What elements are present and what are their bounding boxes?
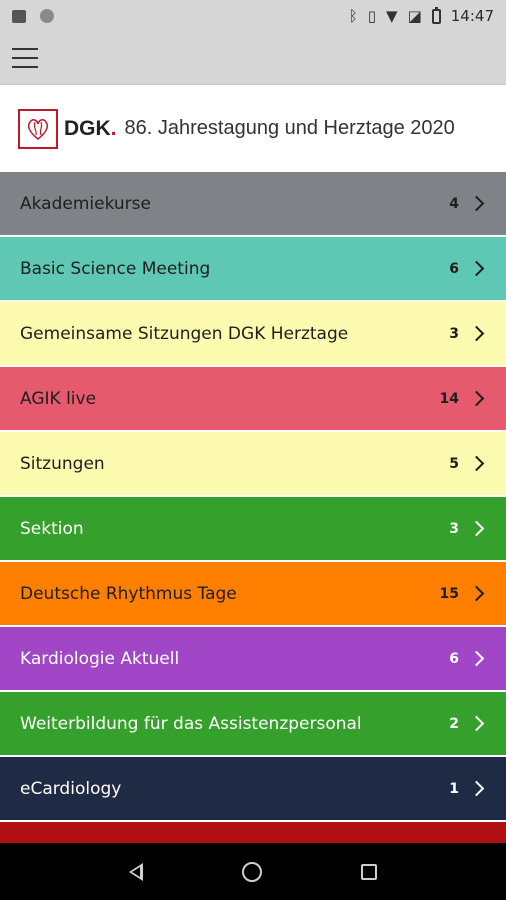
brand-logo: DGK. [64, 117, 117, 141]
category-count: 14 [439, 390, 459, 407]
bluetooth-icon: ᛒ [348, 6, 358, 25]
chevron-right-icon [468, 390, 485, 407]
chevron-right-icon [468, 780, 485, 797]
chevron-right-icon [468, 455, 485, 472]
app-bar [0, 32, 506, 84]
category-label: eCardiology [20, 778, 122, 799]
category-count: 6 [449, 260, 459, 277]
category-label: Basic Science Meeting [20, 258, 211, 279]
category-label: Sektion [20, 518, 84, 539]
recents-icon[interactable] [360, 863, 377, 880]
status-bar: ᛒ ▯ ▼ ◪ 14:47 [0, 0, 506, 32]
category-item[interactable]: Sitzungen 5 [0, 432, 506, 495]
menu-icon[interactable] [12, 48, 38, 68]
category-count: 5 [449, 455, 459, 472]
category-item[interactable]: Kardiologie Aktuell 6 [0, 627, 506, 690]
category-item[interactable]: Weiterbildung für das Assistenzpersonal 2 [0, 692, 506, 755]
category-label: AGIK live [20, 388, 97, 409]
category-item[interactable]: eCardiology 1 [0, 757, 506, 820]
chevron-right-icon [468, 325, 485, 342]
category-count: 2 [449, 715, 459, 732]
category-count: 15 [439, 585, 459, 602]
category-count: 3 [449, 325, 459, 342]
brand-name: DGK [64, 116, 111, 140]
chevron-right-icon [468, 715, 485, 732]
category-label: Sitzungen [20, 453, 105, 474]
category-item-partial[interactable] [0, 822, 506, 844]
chevron-right-icon [468, 195, 485, 212]
category-count: 4 [449, 195, 459, 212]
brand-dot: . [110, 116, 117, 140]
category-list: Akademiekurse 4 Basic Science Meeting 6 Geme… [0, 172, 506, 844]
back-icon[interactable] [129, 862, 144, 881]
category-count: 6 [449, 650, 459, 667]
conference-banner: DGK. 86. Jahrestagung und Herztage 2020 [0, 84, 506, 172]
wifi-icon: ▼ [386, 6, 398, 25]
category-item[interactable]: Sektion 3 [0, 497, 506, 560]
category-count: 3 [449, 520, 459, 537]
chevron-right-icon [468, 585, 485, 602]
category-item[interactable]: Deutsche Rhythmus Tage 15 [0, 562, 506, 625]
battery-icon [431, 6, 441, 24]
category-label: Akademiekurse [20, 193, 151, 214]
status-time: 14:47 [450, 7, 494, 25]
vibrate-icon: ▯ [367, 6, 377, 25]
category-item[interactable]: AGIK live 14 [0, 367, 506, 430]
category-item[interactable]: Akademiekurse 4 [0, 172, 506, 235]
category-item[interactable]: Basic Science Meeting 6 [0, 237, 506, 300]
chevron-right-icon [468, 260, 485, 277]
chevron-right-icon [468, 520, 485, 537]
category-label: Kardiologie Aktuell [20, 648, 180, 669]
dot-icon [40, 9, 54, 23]
chevron-right-icon [468, 650, 485, 667]
category-label: Weiterbildung für das Assistenzpersonal [20, 713, 362, 734]
no-sim-icon: ◪ [407, 6, 422, 25]
system-nav-bar [0, 843, 506, 900]
home-icon[interactable] [241, 861, 262, 882]
image-icon [12, 9, 26, 23]
category-item[interactable]: Gemeinsame Sitzungen DGK Herztage 3 [0, 302, 506, 365]
category-count: 1 [449, 780, 459, 797]
heart-logo-icon [18, 108, 58, 149]
conference-title: 86. Jahrestagung und Herztage 2020 [124, 117, 455, 139]
category-label: Deutsche Rhythmus Tage [20, 583, 237, 604]
category-label: Gemeinsame Sitzungen DGK Herztage [20, 323, 349, 344]
